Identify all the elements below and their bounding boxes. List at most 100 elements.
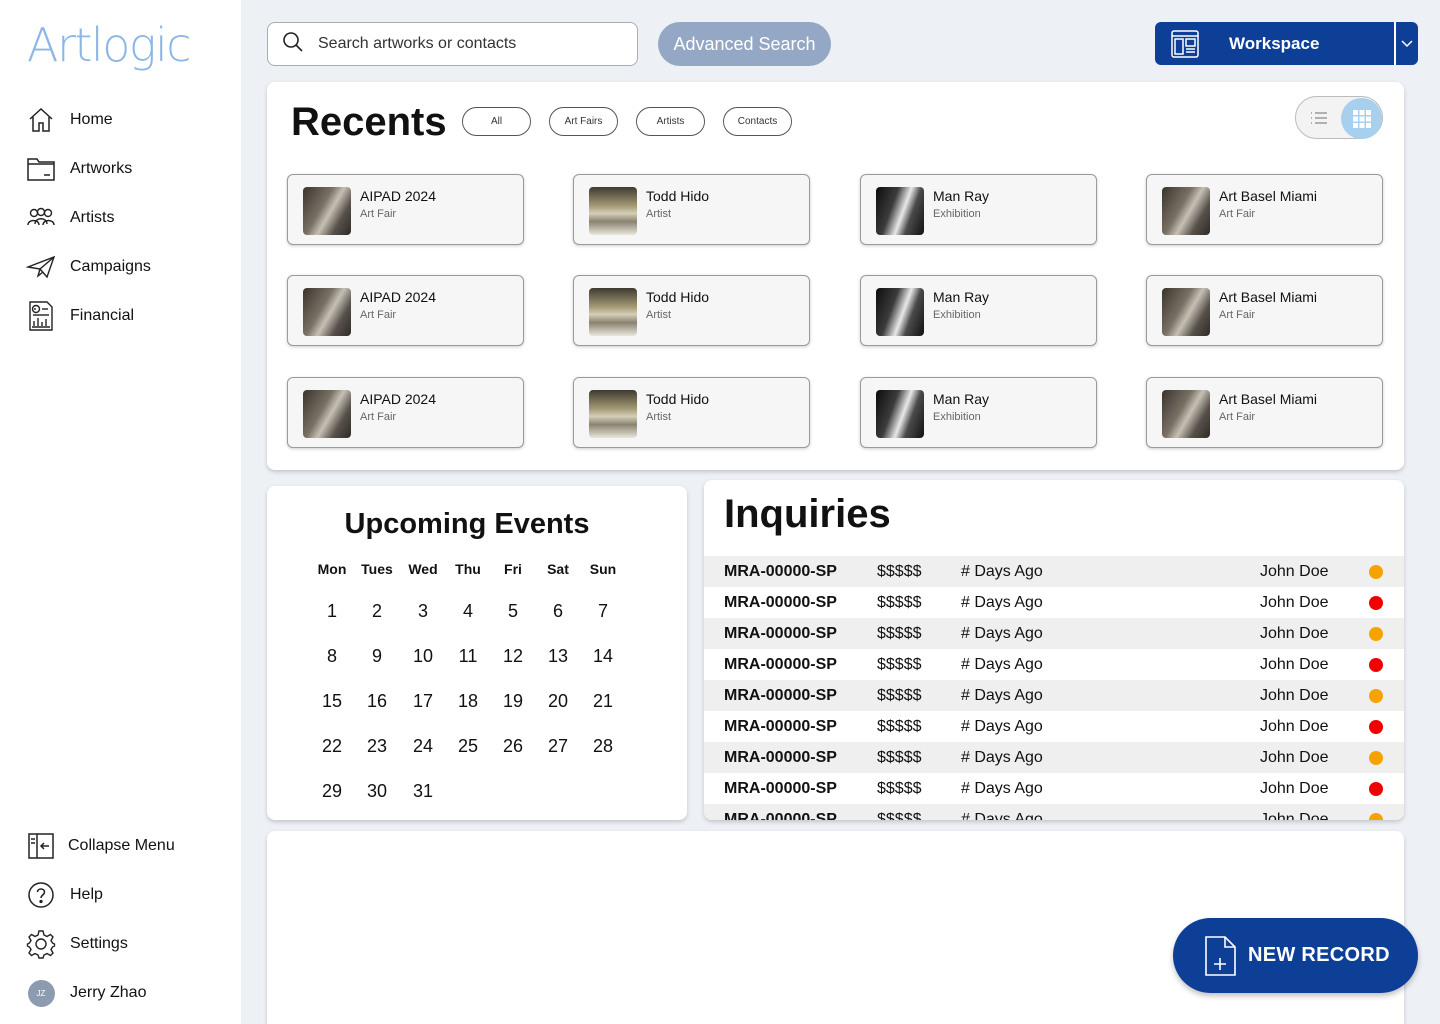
calendar-day[interactable]: 20	[533, 691, 583, 712]
inquiry-row[interactable]: MRA-00000-SP $$$$$ # Days Ago John Doe	[704, 711, 1404, 742]
calendar-day[interactable]: 30	[352, 781, 402, 802]
recent-card[interactable]: Man Ray Exhibition	[860, 174, 1097, 245]
calendar-day[interactable]: 27	[533, 736, 583, 757]
calendar-day[interactable]: 5	[488, 601, 538, 622]
calendar-day[interactable]: 17	[398, 691, 448, 712]
calendar-day[interactable]: 8	[307, 646, 357, 667]
calendar-day[interactable]: 1	[307, 601, 357, 622]
calendar-day[interactable]: 4	[443, 601, 493, 622]
chevron-down-icon[interactable]	[1396, 39, 1418, 48]
inquiry-row[interactable]: MRA-00000-SP $$$$$ # Days Ago John Doe	[704, 680, 1404, 711]
filter-contacts[interactable]: Contacts	[723, 107, 792, 136]
calendar-day[interactable]: 18	[443, 691, 493, 712]
recent-subtitle: Exhibition	[933, 208, 981, 220]
calendar-day[interactable]: 31	[398, 781, 448, 802]
calendar-day[interactable]: 26	[488, 736, 538, 757]
report-icon	[26, 301, 56, 331]
recent-thumbnail	[303, 187, 351, 235]
calendar-day[interactable]: 23	[352, 736, 402, 757]
recent-thumbnail	[876, 390, 924, 438]
recents-title: Recents	[291, 100, 447, 144]
calendar-day[interactable]: 3	[398, 601, 448, 622]
user-profile[interactable]: JZ Jerry Zhao	[26, 977, 146, 1009]
nav-item-home[interactable]: Home	[26, 104, 113, 136]
calendar-day[interactable]: 2	[352, 601, 402, 622]
collapse-menu-button[interactable]: Collapse Menu	[26, 830, 175, 862]
settings-button[interactable]: Settings	[26, 928, 128, 960]
recent-card[interactable]: Man Ray Exhibition	[860, 275, 1097, 346]
inquiry-id: MRA-00000-SP	[724, 563, 837, 580]
recent-card[interactable]: Art Basel Miami Art Fair	[1146, 275, 1383, 346]
inquiry-id: MRA-00000-SP	[724, 625, 837, 642]
status-indicator	[1369, 720, 1383, 734]
calendar-day[interactable]: 10	[398, 646, 448, 667]
inquiry-contact: John Doe	[1260, 811, 1329, 820]
status-indicator	[1369, 627, 1383, 641]
nav-item-artworks[interactable]: Artworks	[26, 153, 132, 185]
recent-card[interactable]: AIPAD 2024 Art Fair	[287, 275, 524, 346]
avatar: JZ	[27, 979, 55, 1007]
calendar-day[interactable]: 15	[307, 691, 357, 712]
search-input[interactable]	[318, 35, 608, 53]
inquiry-id: MRA-00000-SP	[724, 594, 837, 611]
inquiry-row[interactable]: MRA-00000-SP $$$$$ # Days Ago John Doe	[704, 773, 1404, 804]
paper-plane-icon	[26, 252, 56, 282]
calendar-day[interactable]: 28	[578, 736, 628, 757]
sidebar: Artlogic Home Artworks Artists Campaigns…	[0, 0, 241, 1024]
calendar-day[interactable]: 6	[533, 601, 583, 622]
artlogic-logo[interactable]: Artlogic	[27, 18, 192, 72]
collapse-menu-icon	[26, 831, 56, 861]
grid-view-icon[interactable]	[1341, 98, 1382, 139]
recent-card[interactable]: Todd Hido Artist	[573, 275, 810, 346]
inquiry-row[interactable]: MRA-00000-SP $$$$$ # Days Ago John Doe	[704, 742, 1404, 773]
calendar-day[interactable]: 25	[443, 736, 493, 757]
calendar-day[interactable]: 13	[533, 646, 583, 667]
inquiry-row[interactable]: MRA-00000-SP $$$$$ # Days Ago John Doe	[704, 556, 1404, 587]
upcoming-events-panel: Upcoming Events Mon Tues Wed Thu Fri Sat Sun 1 2…	[267, 486, 687, 820]
inquiry-age: # Days Ago	[961, 718, 1043, 735]
calendar-day[interactable]: 16	[352, 691, 402, 712]
nav-item-campaigns[interactable]: Campaigns	[26, 251, 151, 283]
calendar-day[interactable]: 29	[307, 781, 357, 802]
recent-card[interactable]: Todd Hido Artist	[573, 174, 810, 245]
recent-card[interactable]: AIPAD 2024 Art Fair	[287, 377, 524, 448]
search-bar[interactable]	[267, 22, 638, 66]
filter-artists[interactable]: Artists	[636, 107, 705, 136]
nav-item-artists[interactable]: Artists	[26, 202, 114, 234]
calendar-day[interactable]: 22	[307, 736, 357, 757]
recent-card[interactable]: Art Basel Miami Art Fair	[1146, 377, 1383, 448]
workspace-button[interactable]: Workspace	[1155, 22, 1418, 65]
inquiry-row[interactable]: MRA-00000-SP $$$$$ # Days Ago John Doe	[704, 618, 1404, 649]
recent-subtitle: Art Fair	[1219, 208, 1256, 220]
inquiry-contact: John Doe	[1260, 749, 1329, 766]
calendar-day[interactable]: 9	[352, 646, 402, 667]
calendar-day[interactable]: 19	[488, 691, 538, 712]
help-button[interactable]: Help	[26, 879, 103, 911]
filter-art-fairs[interactable]: Art Fairs	[549, 107, 618, 136]
inquiry-row[interactable]: MRA-00000-SP $$$$$ # Days Ago John Doe	[704, 804, 1404, 820]
calendar-day[interactable]: 12	[488, 646, 538, 667]
nav-item-financial[interactable]: Financial	[26, 300, 134, 332]
recent-card[interactable]: AIPAD 2024 Art Fair	[287, 174, 524, 245]
recent-card[interactable]: Todd Hido Artist	[573, 377, 810, 448]
list-view-icon[interactable]	[1306, 105, 1332, 131]
new-record-button[interactable]: NEW RECORD	[1173, 918, 1418, 993]
status-indicator	[1369, 813, 1383, 820]
inquiry-row[interactable]: MRA-00000-SP $$$$$ # Days Ago John Doe	[704, 649, 1404, 680]
recent-card[interactable]: Art Basel Miami Art Fair	[1146, 174, 1383, 245]
recent-card[interactable]: Man Ray Exhibition	[860, 377, 1097, 448]
filter-all[interactable]: All	[462, 107, 531, 136]
recent-title: Man Ray	[933, 391, 990, 407]
calendar-day[interactable]: 11	[443, 646, 493, 667]
calendar-day[interactable]: 14	[578, 646, 628, 667]
inquiry-amount: $$$$$	[877, 625, 922, 642]
calendar-day[interactable]: 21	[578, 691, 628, 712]
recent-subtitle: Artist	[646, 309, 672, 321]
recent-title: Man Ray	[933, 188, 990, 204]
nav-label: Settings	[70, 935, 128, 952]
calendar-day[interactable]: 7	[578, 601, 628, 622]
advanced-search-button[interactable]: Advanced Search	[658, 22, 831, 66]
calendar-day[interactable]: 24	[398, 736, 448, 757]
inquiry-row[interactable]: MRA-00000-SP $$$$$ # Days Ago John Doe	[704, 587, 1404, 618]
status-indicator	[1369, 751, 1383, 765]
